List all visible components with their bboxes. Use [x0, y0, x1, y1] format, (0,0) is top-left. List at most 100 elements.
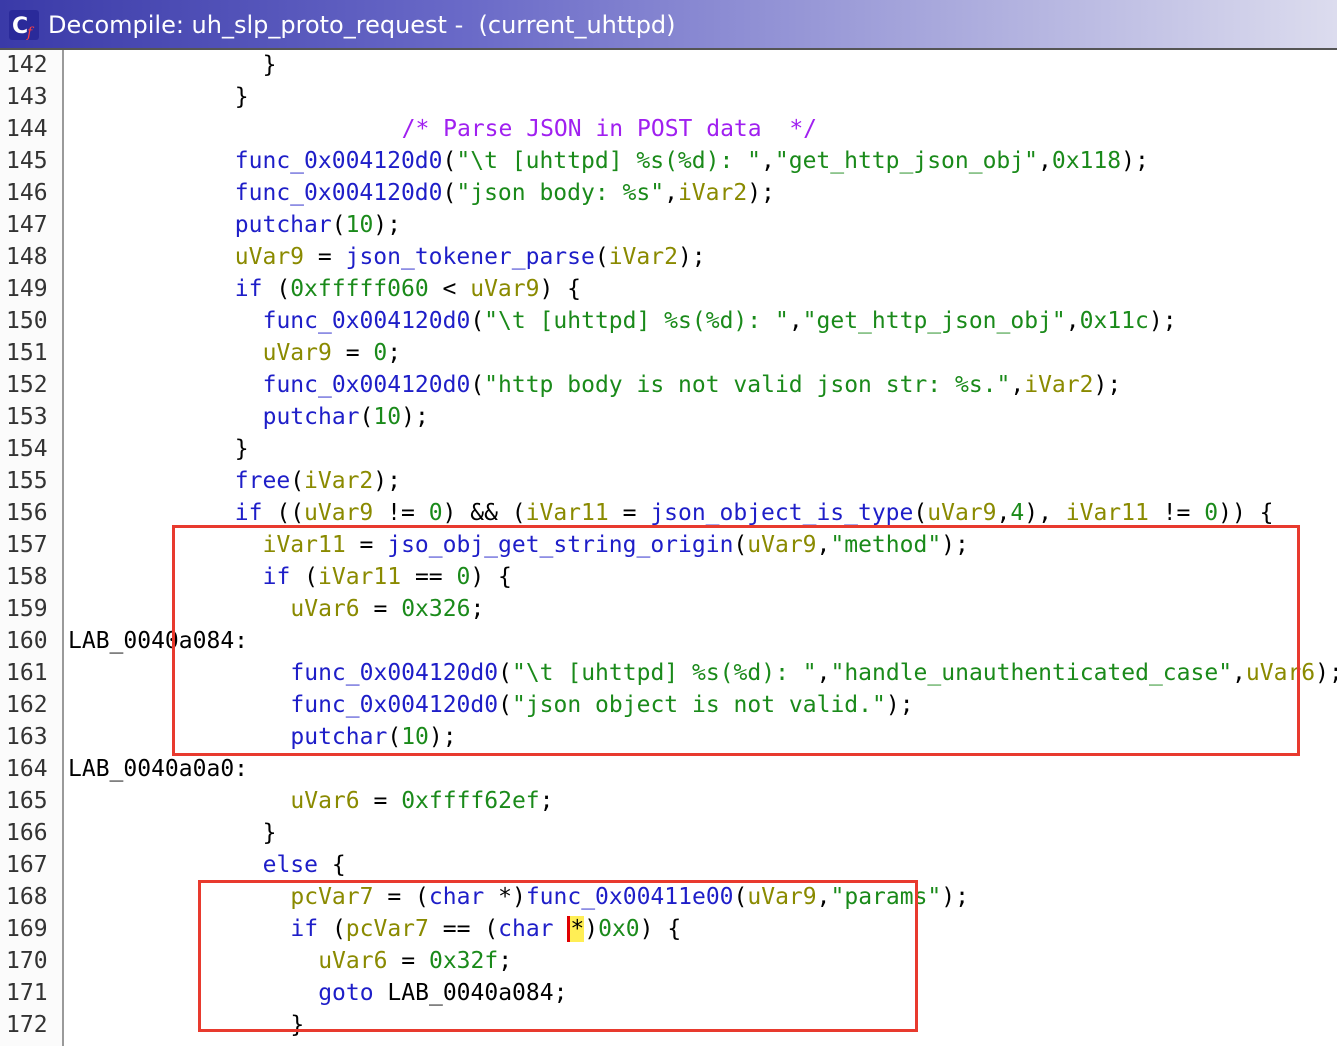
code-token: iVar2 — [677, 180, 748, 206]
code-text[interactable]: if (0xfffff060 < uVar9) { — [235, 273, 581, 305]
code-text[interactable]: func_0x004120d0("json body: %s",iVar2); — [235, 177, 775, 209]
code-text[interactable]: putchar(10); — [263, 401, 429, 433]
code-token: uVar9 — [262, 340, 332, 366]
code-token: != — [1148, 500, 1205, 526]
code-token: 4 — [1010, 500, 1025, 526]
code-line[interactable]: 151 uVar9 = 0; — [0, 337, 1337, 369]
line-number: 149 — [6, 276, 48, 302]
code-text[interactable]: putchar(10); — [235, 209, 401, 241]
code-text[interactable]: /* Parse JSON in POST data */ — [402, 113, 817, 145]
code-line[interactable]: 143} — [0, 81, 1337, 113]
code-token: ( — [442, 148, 457, 174]
code-line[interactable]: 144 /* Parse JSON in POST data */ — [0, 113, 1337, 145]
code-token: , — [788, 308, 803, 334]
code-token: } — [262, 52, 277, 78]
code-token: , — [1065, 308, 1080, 334]
code-token: ; — [539, 788, 554, 814]
code-token: ( — [262, 276, 291, 302]
code-token: = — [359, 788, 402, 814]
highlight-box-method — [172, 525, 1300, 756]
code-token: ); — [373, 468, 401, 494]
code-line[interactable]: 154} — [0, 433, 1337, 465]
line-number: 170 — [6, 948, 48, 974]
line-number: 169 — [6, 916, 48, 942]
code-text[interactable]: } — [263, 49, 277, 81]
window-titlebar[interactable]: C f Decompile: uh_slp_proto_request - (c… — [0, 0, 1337, 50]
code-token: (( — [262, 500, 305, 526]
code-line[interactable]: 166} — [0, 817, 1337, 849]
line-number: 158 — [6, 564, 48, 590]
code-token: ); — [941, 884, 969, 910]
code-token: , — [761, 148, 775, 174]
code-token: free — [234, 468, 291, 494]
code-line[interactable]: 149 if (0xfffff060 < uVar9) { — [0, 273, 1337, 305]
code-token: ( — [290, 468, 305, 494]
code-token: , — [1037, 148, 1052, 174]
code-token: 0 — [428, 500, 443, 526]
code-line[interactable]: 148 uVar9 = json_tokener_parse(iVar2); — [0, 241, 1337, 273]
code-line[interactable]: 164 LAB_0040a0a0: — [0, 753, 1337, 785]
code-line[interactable]: 145 func_0x004120d0("\t [uhttpd] %s(%d): … — [0, 145, 1337, 177]
code-text[interactable]: } — [235, 81, 249, 113]
code-token: if — [234, 500, 263, 526]
decompiler-icon: C f — [9, 10, 39, 40]
code-line[interactable]: 147 putchar(10); — [0, 209, 1337, 241]
code-token: ); — [401, 404, 429, 430]
code-text[interactable]: uVar9 = 0; — [263, 337, 402, 369]
code-text[interactable]: else { — [263, 849, 346, 881]
line-number: 143 — [6, 84, 48, 110]
line-number: 171 — [6, 980, 48, 1006]
code-token: 10 — [345, 212, 374, 238]
code-token: = — [608, 500, 651, 526]
code-token: ( — [594, 244, 609, 270]
code-line[interactable]: 167 else { — [0, 849, 1337, 881]
code-token: json_object_is_type — [650, 500, 914, 526]
code-line[interactable]: 152 func_0x004120d0("http body is not val… — [0, 369, 1337, 401]
code-token: putchar — [262, 404, 360, 430]
line-number: 165 — [6, 788, 48, 814]
code-text[interactable]: func_0x004120d0("\t [uhttpd] %s(%d): ","… — [235, 145, 1149, 177]
code-text[interactable]: uVar6 = 0xffff62ef; — [290, 785, 553, 817]
code-text[interactable]: LAB_0040a0a0: — [68, 753, 248, 785]
code-token: uVar9 — [470, 276, 540, 302]
line-number: 166 — [6, 820, 48, 846]
line-number: 164 — [6, 756, 48, 782]
code-text[interactable]: func_0x004120d0("\t [uhttpd] %s(%d): ","… — [263, 305, 1177, 337]
code-text[interactable]: } — [263, 817, 277, 849]
code-line[interactable]: 150 func_0x004120d0("\t [uhttpd] %s(%d): … — [0, 305, 1337, 337]
line-number: 162 — [6, 692, 48, 718]
code-token: if — [234, 276, 263, 302]
code-token: "json body: %s" — [456, 180, 665, 206]
code-token: )) { — [1218, 500, 1274, 526]
svg-text:C: C — [12, 14, 28, 39]
code-token: iVar11 — [1065, 500, 1149, 526]
line-number: 152 — [6, 372, 48, 398]
code-token: , — [1010, 372, 1025, 398]
code-text[interactable]: uVar9 = json_tokener_parse(iVar2); — [235, 241, 706, 273]
code-token: putchar — [234, 212, 332, 238]
code-line[interactable]: 153 putchar(10); — [0, 401, 1337, 433]
code-line[interactable]: 165 uVar6 = 0xffff62ef; — [0, 785, 1337, 817]
code-token: ); — [1148, 308, 1177, 334]
line-number: 154 — [6, 436, 48, 462]
code-token: "http body is not valid json str: %s." — [484, 372, 1011, 398]
code-token: iVar2 — [608, 244, 678, 270]
code-text[interactable]: free(iVar2); — [235, 465, 401, 497]
line-number: 156 — [6, 500, 48, 526]
code-token: , — [996, 500, 1011, 526]
code-line[interactable]: 146 func_0x004120d0("json body: %s",iVar2… — [0, 177, 1337, 209]
line-number: 167 — [6, 852, 48, 878]
code-line[interactable]: 142} — [0, 49, 1337, 81]
code-token: 0x118 — [1051, 148, 1122, 174]
code-token: 10 — [373, 404, 402, 430]
code-line[interactable]: 155 free(iVar2); — [0, 465, 1337, 497]
line-number: 142 — [6, 52, 48, 78]
code-token: "get_http_json_obj" — [802, 308, 1066, 334]
line-number: 160 — [6, 628, 48, 654]
code-text[interactable]: } — [235, 433, 249, 465]
code-token: ); — [677, 244, 706, 270]
code-text[interactable]: func_0x004120d0("http body is not valid … — [263, 369, 1122, 401]
line-number: 161 — [6, 660, 48, 686]
code-token: 0xffff62ef — [401, 788, 540, 814]
code-token: ) && ( — [442, 500, 526, 526]
